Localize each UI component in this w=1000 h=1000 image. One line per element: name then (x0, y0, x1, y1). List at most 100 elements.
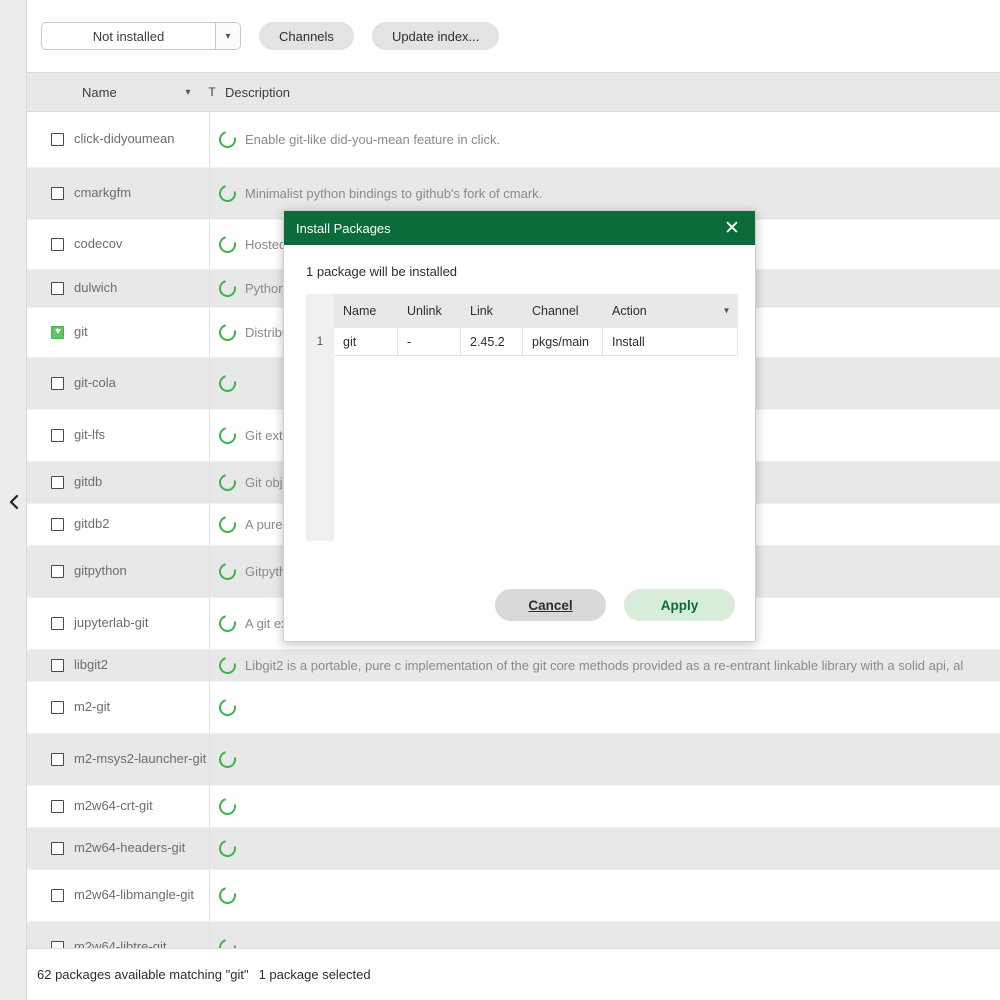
cell-unlink: - (398, 328, 461, 356)
table-row[interactable]: libgit2 Libgit2 is a portable, pure c imp… (27, 650, 1000, 682)
package-name-cell[interactable]: gitpython (27, 546, 210, 597)
install-ring-icon[interactable] (215, 320, 240, 345)
package-checkbox[interactable] (51, 617, 64, 630)
package-checkbox[interactable] (51, 518, 64, 531)
table-header-row: Name Unlink Link Channel Action ▾ (306, 294, 738, 328)
install-ring-icon[interactable] (215, 695, 240, 720)
package-checkbox[interactable] (51, 753, 64, 766)
package-checkbox[interactable] (51, 941, 64, 948)
table-row[interactable]: m2w64-headers-git (27, 828, 1000, 870)
package-name-label: codecov (74, 236, 123, 252)
install-ring-icon[interactable] (215, 559, 240, 584)
package-checkbox[interactable] (51, 476, 64, 489)
install-ring-icon[interactable] (215, 883, 240, 908)
sidebar-collapse-button[interactable] (0, 484, 27, 520)
channels-button[interactable]: Channels (259, 22, 354, 50)
package-name-cell[interactable]: git (27, 308, 210, 357)
package-filter-value: Not installed (92, 28, 165, 44)
package-name-cell[interactable]: gitdb2 (27, 504, 210, 545)
package-name-cell[interactable]: libgit2 (27, 650, 210, 681)
column-header-name[interactable]: Name (334, 294, 398, 328)
package-name-cell[interactable]: m2w64-headers-git (27, 828, 210, 869)
table-row[interactable]: m2w64-crt-git (27, 786, 1000, 828)
package-checkbox[interactable] (51, 187, 64, 200)
chevron-down-icon[interactable]: ▾ (215, 23, 240, 49)
column-header-name[interactable]: Name (27, 85, 177, 100)
package-name-cell[interactable]: m2w64-crt-git (27, 786, 210, 827)
column-header-unlink[interactable]: Unlink (398, 294, 461, 328)
package-name-label: libgit2 (74, 657, 108, 673)
package-checkbox[interactable] (51, 800, 64, 813)
table-row[interactable]: m2-msys2-launcher-git (27, 734, 1000, 786)
install-ring-icon[interactable] (215, 653, 240, 678)
package-name-cell[interactable]: codecov (27, 220, 210, 269)
package-checkbox[interactable] (51, 282, 64, 295)
install-ring-icon[interactable] (215, 470, 240, 495)
table-body: 1 git -2.45.2 pkgs/main Install (306, 328, 738, 356)
package-name-label: git-lfs (74, 427, 106, 443)
install-ring-icon[interactable] (215, 512, 240, 537)
package-description-label: Hosted (245, 237, 287, 252)
package-checkbox[interactable] (51, 133, 64, 146)
cancel-button[interactable]: Cancel (495, 589, 606, 621)
chevron-down-icon[interactable]: ▾ (177, 87, 199, 98)
install-ring-icon[interactable] (215, 935, 240, 948)
table-row[interactable]: click-didyoumean Enable git-like did-you-… (27, 112, 1000, 168)
package-description-label: A git ex (245, 616, 288, 631)
apply-button[interactable]: Apply (624, 589, 735, 621)
column-header-description[interactable]: Description (225, 85, 1000, 100)
package-checkbox[interactable] (51, 889, 64, 902)
install-ring-icon[interactable] (215, 276, 240, 301)
package-description-cell (210, 682, 1000, 733)
install-ring-icon[interactable] (215, 836, 240, 861)
close-icon[interactable]: ✕ (721, 219, 743, 238)
column-header-type[interactable]: T (199, 85, 225, 99)
package-name-cell[interactable]: click-didyoumean (27, 112, 210, 167)
package-description-cell (210, 828, 1000, 869)
install-ring-icon[interactable] (215, 794, 240, 819)
package-filter-select[interactable]: Not installed ▾ (41, 22, 241, 50)
package-checkbox[interactable] (51, 701, 64, 714)
package-name-cell[interactable]: dulwich (27, 270, 210, 307)
package-description-cell: Libgit2 is a portable, pure c implementa… (210, 650, 1000, 681)
package-checkbox[interactable] (51, 238, 64, 251)
package-name-cell[interactable]: gitdb (27, 462, 210, 503)
install-mark-checkbox[interactable] (51, 326, 64, 339)
package-name-cell[interactable]: cmarkgfm (27, 168, 210, 219)
install-ring-icon[interactable] (215, 747, 240, 772)
package-checkbox[interactable] (51, 659, 64, 672)
package-checkbox[interactable] (51, 377, 64, 390)
package-name-label: cmarkgfm (74, 185, 132, 201)
chevron-down-icon[interactable]: ▾ (724, 306, 729, 317)
install-ring-icon[interactable] (215, 127, 240, 152)
dialog-title-bar: Install Packages ✕ (284, 211, 755, 245)
install-ring-icon[interactable] (215, 232, 240, 257)
column-header-channel[interactable]: Channel (523, 294, 603, 328)
package-checkbox[interactable] (51, 429, 64, 442)
column-header-link[interactable]: Link (461, 294, 523, 328)
table-row[interactable]: m2-git (27, 682, 1000, 734)
table-row[interactable]: m2w64-libmangle-git (27, 870, 1000, 922)
install-ring-icon[interactable] (215, 371, 240, 396)
package-name-cell[interactable]: git-cola (27, 358, 210, 409)
table-row[interactable]: m2w64-libtre-git (27, 922, 1000, 948)
package-name-cell[interactable]: m2-git (27, 682, 210, 733)
install-ring-icon[interactable] (215, 181, 240, 206)
package-name-cell[interactable]: m2w64-libmangle-git (27, 870, 210, 921)
package-description-cell: Enable git-like did-you-mean feature in … (210, 112, 1000, 167)
column-header-action[interactable]: Action ▾ (603, 294, 738, 328)
package-checkbox[interactable] (51, 842, 64, 855)
package-name-cell[interactable]: m2w64-libtre-git (27, 922, 210, 948)
status-available-count: 62 packages available matching "git" (37, 967, 249, 982)
package-name-cell[interactable]: git-lfs (27, 410, 210, 461)
package-description-label: Minimalist python bindings to github's f… (245, 186, 543, 201)
package-name-cell[interactable]: m2-msys2-launcher-git (27, 734, 210, 785)
package-checkbox[interactable] (51, 565, 64, 578)
update-index-button[interactable]: Update index... (371, 22, 500, 50)
install-ring-icon[interactable] (215, 423, 240, 448)
install-summary-table: Name Unlink Link Channel Action ▾ 1 git -2… (306, 294, 738, 541)
package-description-label: Libgit2 is a portable, pure c implementa… (245, 658, 964, 673)
package-name-cell[interactable]: jupyterlab-git (27, 598, 210, 649)
install-ring-icon[interactable] (215, 611, 240, 636)
table-row[interactable]: 1 git -2.45.2 pkgs/main Install (306, 328, 738, 356)
